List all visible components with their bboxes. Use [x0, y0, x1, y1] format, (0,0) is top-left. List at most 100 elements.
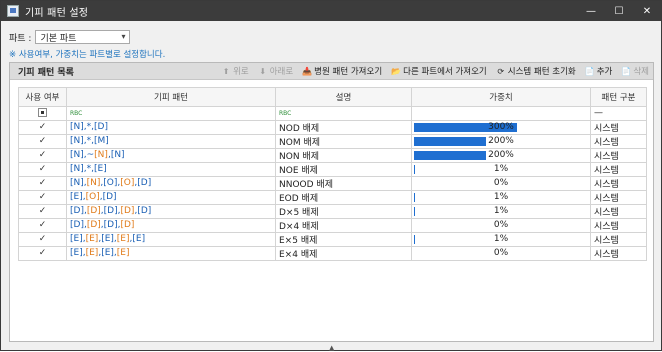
- toolbar-button-3[interactable]: 📂 다른 파트에서 가져오기: [391, 65, 487, 78]
- pattern-cell[interactable]: [N],*,[D]: [66, 119, 276, 135]
- pattern-cell[interactable]: [N],*,[E]: [66, 161, 276, 177]
- used-cell[interactable]: ✓: [18, 161, 67, 177]
- table-row[interactable]: ✓ [E],[E],[E],[E],[E] E×5 배제 1% 시스템: [18, 231, 647, 247]
- checkmark-icon[interactable]: ✓: [39, 248, 47, 258]
- filter-pattern-cell[interactable]: RBC: [66, 106, 276, 121]
- pattern-cell[interactable]: [N],*,[M]: [66, 133, 276, 149]
- filter-used-cell[interactable]: [18, 106, 67, 121]
- category-cell[interactable]: 시스템: [590, 175, 647, 191]
- weight-cell[interactable]: 0%: [411, 175, 591, 191]
- column-header-category[interactable]: 패턴 구분: [590, 87, 647, 107]
- used-cell[interactable]: ✓: [18, 119, 67, 135]
- toolbar-button-1[interactable]: ⬇ 아래로: [258, 65, 293, 78]
- checkmark-icon[interactable]: ✓: [39, 150, 47, 160]
- used-cell[interactable]: ✓: [18, 147, 67, 163]
- pattern-token: [E]: [70, 234, 83, 245]
- description-cell[interactable]: D×5 배제: [275, 203, 412, 219]
- checkmark-icon[interactable]: ✓: [39, 220, 47, 230]
- pattern-token: [E]: [94, 164, 107, 175]
- filter-category-select[interactable]: —: [594, 108, 603, 118]
- category-cell[interactable]: 시스템: [590, 231, 647, 247]
- pattern-cell[interactable]: [D],[D],[D],[D],[D]: [66, 203, 276, 219]
- toolbar-button-5[interactable]: 📄 추가: [585, 65, 613, 78]
- weight-cell[interactable]: 1%: [411, 231, 591, 247]
- used-cell[interactable]: ✓: [18, 133, 67, 149]
- pattern-cell[interactable]: [E],[E],[E],[E]: [66, 245, 276, 261]
- used-cell[interactable]: ✓: [18, 245, 67, 261]
- category-cell[interactable]: 시스템: [590, 245, 647, 261]
- table-row[interactable]: ✓ [N],[N],[O],[O],[D] NNOOD 배제 0% 시스템: [18, 175, 647, 191]
- minimize-button[interactable]: —: [577, 1, 605, 21]
- weight-cell[interactable]: 200%: [411, 133, 591, 149]
- description-cell[interactable]: NNOOD 배제: [275, 175, 412, 191]
- filter-weight-cell[interactable]: [411, 106, 591, 121]
- pattern-token: [N]: [110, 150, 125, 161]
- pattern-cell[interactable]: [N],[N],[O],[O],[D]: [66, 175, 276, 191]
- maximize-button[interactable]: ☐: [605, 1, 633, 21]
- weight-cell[interactable]: 0%: [411, 217, 591, 233]
- category-cell[interactable]: 시스템: [590, 203, 647, 219]
- category-cell[interactable]: 시스템: [590, 119, 647, 135]
- toolbar-button-6[interactable]: 📄 삭제: [621, 65, 649, 78]
- column-header-pattern[interactable]: 기피 패턴: [66, 87, 276, 107]
- category-cell[interactable]: 시스템: [590, 161, 647, 177]
- pattern-cell[interactable]: [E],[E],[E],[E],[E]: [66, 231, 276, 247]
- close-button[interactable]: ✕: [633, 1, 661, 21]
- description-cell[interactable]: D×4 배제: [275, 217, 412, 233]
- weight-cell[interactable]: 1%: [411, 189, 591, 205]
- filter-checkbox[interactable]: [38, 108, 47, 118]
- checkmark-icon[interactable]: ✓: [39, 136, 47, 146]
- refresh-icon: ⟳: [497, 66, 505, 76]
- checkmark-icon[interactable]: ✓: [39, 164, 47, 174]
- category-cell[interactable]: 시스템: [590, 189, 647, 205]
- description-cell[interactable]: E×4 배제: [275, 245, 412, 261]
- used-cell[interactable]: ✓: [18, 231, 67, 247]
- checkmark-icon[interactable]: ✓: [39, 206, 47, 216]
- checkmark-icon[interactable]: ✓: [39, 178, 47, 188]
- category-cell[interactable]: 시스템: [590, 217, 647, 233]
- pattern-token: [D]: [86, 220, 101, 231]
- description-cell[interactable]: NOM 배제: [275, 133, 412, 149]
- table-row[interactable]: ✓ [E],[E],[E],[E] E×4 배제 0% 시스템: [18, 245, 647, 261]
- pattern-cell[interactable]: [N],~[N],[N]: [66, 147, 276, 163]
- pattern-cell[interactable]: [E],[O],[D]: [66, 189, 276, 205]
- table-row[interactable]: ✓ [N],~[N],[N] NON 배제 200% 시스템: [18, 147, 647, 163]
- used-cell[interactable]: ✓: [18, 189, 67, 205]
- weight-cell[interactable]: 1%: [411, 161, 591, 177]
- checkmark-icon[interactable]: ✓: [39, 234, 47, 244]
- filter-desc-cell[interactable]: RBC: [275, 106, 412, 121]
- table-row[interactable]: ✓ [N],*,[M] NOM 배제 200% 시스템: [18, 133, 647, 149]
- description-cell[interactable]: E×5 배제: [275, 231, 412, 247]
- toolbar-button-2[interactable]: 📥 병원 패턴 가져오기: [302, 65, 382, 78]
- part-dropdown[interactable]: 기본 파트 ▾: [35, 30, 131, 44]
- toolbar-button-0[interactable]: ⬆ 위로: [221, 65, 249, 78]
- description-cell[interactable]: NON 배제: [275, 147, 412, 163]
- checkmark-icon[interactable]: ✓: [39, 122, 47, 132]
- table-row[interactable]: ✓ [D],[D],[D],[D],[D] D×5 배제 1% 시스템: [18, 203, 647, 219]
- category-cell[interactable]: 시스템: [590, 133, 647, 149]
- column-header-description[interactable]: 설명: [275, 87, 412, 107]
- title-bar[interactable]: 기피 패턴 설정 — ☐ ✕: [1, 1, 661, 21]
- table-row[interactable]: ✓ [N],*,[E] NOE 배제 1% 시스템: [18, 161, 647, 177]
- description-cell[interactable]: NOE 배제: [275, 161, 412, 177]
- table-row[interactable]: ✓ [N],*,[D] NOD 배제 300% 시스템: [18, 119, 647, 135]
- weight-cell[interactable]: 300%: [411, 119, 591, 135]
- description-cell[interactable]: NOD 배제: [275, 119, 412, 135]
- pattern-token: [N]: [70, 136, 84, 147]
- weight-cell[interactable]: 0%: [411, 245, 591, 261]
- toolbar-button-4[interactable]: ⟳ 시스템 패턴 초기화: [496, 65, 575, 78]
- weight-cell[interactable]: 1%: [411, 203, 591, 219]
- table-row[interactable]: ✓ [D],[D],[D],[D] D×4 배제 0% 시스템: [18, 217, 647, 233]
- used-cell[interactable]: ✓: [18, 203, 67, 219]
- used-cell[interactable]: ✓: [18, 217, 67, 233]
- weight-cell[interactable]: 200%: [411, 147, 591, 163]
- used-cell[interactable]: ✓: [18, 175, 67, 191]
- column-header-weight[interactable]: 가중치: [411, 87, 591, 107]
- category-cell[interactable]: 시스템: [590, 147, 647, 163]
- filter-category-cell[interactable]: —: [590, 106, 647, 121]
- description-cell[interactable]: EOD 배제: [275, 189, 412, 205]
- pattern-cell[interactable]: [D],[D],[D],[D]: [66, 217, 276, 233]
- column-header-used[interactable]: 사용 여부: [18, 87, 67, 107]
- table-row[interactable]: ✓ [E],[O],[D] EOD 배제 1% 시스템: [18, 189, 647, 205]
- checkmark-icon[interactable]: ✓: [39, 192, 47, 202]
